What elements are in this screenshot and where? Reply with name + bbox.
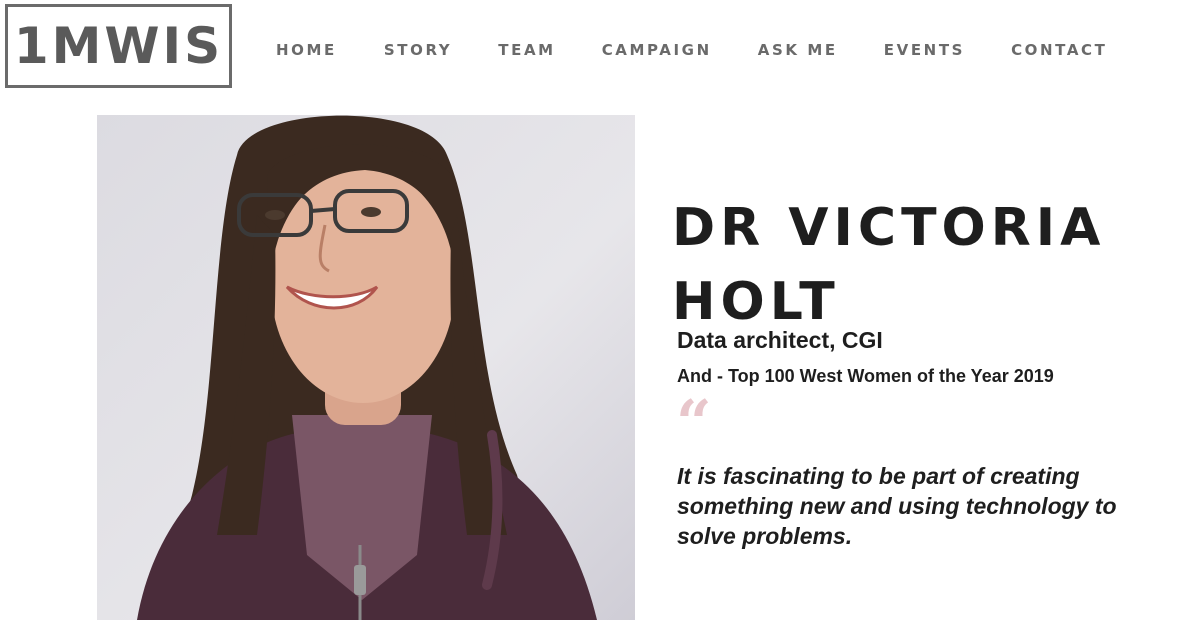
logo-text: 1MWIS: [13, 17, 224, 75]
nav-home[interactable]: HOME: [276, 41, 337, 59]
profile-award: And - Top 100 West Women of the Year 201…: [677, 366, 1054, 386]
nav-story[interactable]: STORY: [384, 41, 452, 59]
main-nav: HOME STORY TEAM CAMPAIGN ASK ME EVENTS C…: [276, 41, 1108, 59]
quote-mark-icon: “: [676, 386, 712, 459]
site-logo[interactable]: 1MWIS: [5, 4, 232, 88]
nav-campaign[interactable]: CAMPAIGN: [602, 41, 712, 59]
nav-team[interactable]: TEAM: [498, 41, 555, 59]
nav-contact[interactable]: CONTACT: [1011, 41, 1107, 59]
nav-ask-me[interactable]: ASK ME: [758, 41, 838, 59]
profile-role: Data architect, CGI: [677, 327, 883, 353]
profile-photo: [97, 115, 635, 620]
profile-name: DR VICTORIA HOLT: [672, 197, 1106, 332]
portrait-illustration: [137, 115, 597, 620]
nav-events[interactable]: EVENTS: [884, 41, 965, 59]
profile-quote: It is fascinating to be part of creating…: [677, 463, 1117, 549]
